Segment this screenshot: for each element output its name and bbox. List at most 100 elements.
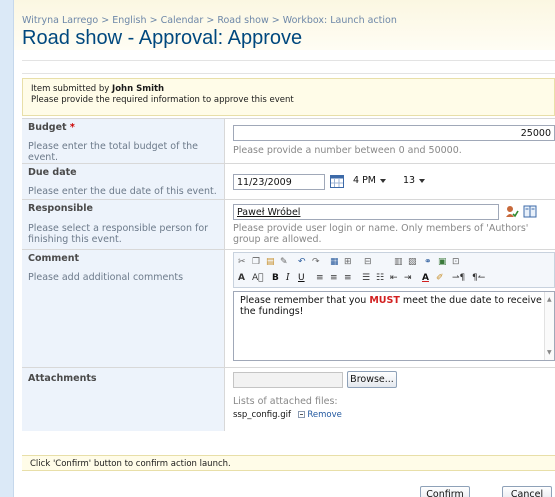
attachment-file-name: ssp_config.gif	[233, 410, 291, 420]
due-date-description: Please enter the due date of this event.	[28, 186, 217, 197]
budget-input[interactable]: 25000	[233, 125, 555, 141]
budget-description: Please enter the total budget of the eve…	[28, 141, 199, 163]
scroll-up-icon[interactable]: ▲	[547, 294, 552, 305]
due-date-label-cell: Due date Please enter the due date of th…	[22, 164, 225, 199]
breadcrumb-item-site[interactable]: Witryna Larrego	[22, 15, 98, 26]
responsible-picker-input[interactable]: Paweł Wróbel	[233, 204, 499, 220]
comment-value-cell: ✂ ❐ ▤ ✎ ↶ ↷ ▦ ⊞ ⊟ ▥ ▧ ⚭ ▣ ⊡ A A⃒ B I U ≡…	[233, 250, 555, 367]
breadcrumb-item-calendar[interactable]: Calendar	[161, 15, 204, 26]
text-color-icon[interactable]: A	[422, 272, 429, 284]
footer-instruction: Click 'Confirm' button to confirm action…	[22, 455, 555, 471]
paste-icon[interactable]: ▤	[266, 256, 275, 268]
due-date-input[interactable]: 11/23/2009	[233, 174, 325, 190]
italic-icon[interactable]: I	[286, 272, 290, 284]
scroll-down-icon[interactable]: ▼	[547, 347, 552, 358]
calendar-icon[interactable]	[330, 175, 344, 188]
align-right-icon[interactable]: ≡	[344, 272, 352, 284]
responsible-hint: Please provide user login or name. Only …	[233, 223, 529, 245]
header-divider	[22, 60, 555, 74]
instruction-text: Please provide the required information …	[31, 95, 294, 105]
cut-icon[interactable]: ✂	[238, 256, 246, 268]
align-center-icon[interactable]: ≡	[330, 272, 338, 284]
source-view-icon[interactable]: ⊡	[452, 256, 460, 268]
comment-label-cell: Comment Please add additional comments	[22, 250, 225, 367]
attachments-value-cell: Browse... Lists of attached files: ssp_c…	[233, 368, 555, 431]
hour-value: 4 PM	[353, 175, 376, 186]
align-left-icon[interactable]: ≡	[316, 272, 324, 284]
chevron-down-icon	[380, 178, 386, 183]
increase-indent-icon[interactable]: ⇥	[404, 272, 412, 284]
insert-table-icon[interactable]: ▦	[330, 256, 339, 268]
breadcrumb-separator: >	[149, 15, 158, 26]
remove-icon[interactable]	[297, 411, 305, 418]
table-columns-icon[interactable]: ⊟	[364, 256, 372, 268]
insert-link-icon[interactable]: ⚭	[424, 256, 432, 268]
decrease-indent-icon[interactable]: ⇤	[390, 272, 398, 284]
minute-select[interactable]: 13	[400, 174, 429, 190]
budget-label-cell: Budget * Please enter the total budget o…	[22, 119, 225, 163]
breadcrumb: Witryna Larrego > English > Calendar > R…	[22, 15, 397, 26]
editor-scrollbar[interactable]: ▲ ▼	[544, 292, 554, 360]
budget-hint: Please provide a number between 0 and 50…	[233, 145, 462, 156]
comment-description: Please add additional comments	[28, 272, 184, 283]
breadcrumb-item-road-show[interactable]: Road show	[217, 15, 268, 26]
address-book-icon[interactable]	[523, 205, 537, 218]
right-to-left-icon[interactable]: ¶↼	[472, 272, 485, 284]
format-painter-icon[interactable]: ✎	[280, 256, 288, 268]
comment-label: Comment	[28, 253, 80, 264]
comment-editor[interactable]: Please remember that you MUST meet the d…	[233, 291, 555, 361]
left-to-right-icon[interactable]: ⇀¶	[452, 272, 465, 284]
attachments-row: Attachments Browse... Lists of attached …	[22, 367, 555, 431]
attached-files-label: Lists of attached files:	[233, 396, 338, 407]
bulleted-list-icon[interactable]: ☷	[376, 272, 384, 284]
comment-text-start: Please remember that you	[240, 295, 370, 306]
bold-icon[interactable]: B	[272, 272, 279, 284]
attachments-label-cell: Attachments	[22, 368, 225, 431]
breadcrumb-item-english[interactable]: English	[112, 15, 146, 26]
breadcrumb-separator: >	[206, 15, 215, 26]
remove-attachment-link[interactable]: Remove	[307, 410, 342, 420]
chevron-down-icon	[419, 178, 426, 183]
confirm-button[interactable]: Confirm	[420, 486, 470, 497]
check-names-icon[interactable]	[505, 205, 519, 218]
left-nav-strip	[0, 0, 14, 497]
minute-value: 13	[403, 175, 416, 186]
breadcrumb-item-current: Workbox: Launch action	[282, 15, 397, 26]
attachments-label: Attachments	[28, 373, 97, 384]
redo-icon[interactable]: ↷	[312, 256, 320, 268]
breadcrumb-separator: >	[101, 15, 110, 26]
table-rows-icon[interactable]: ⊞	[344, 256, 352, 268]
split-cells-icon[interactable]: ▧	[408, 256, 417, 268]
responsible-description: Please select a responsible person for f…	[28, 223, 209, 245]
responsible-row: Responsible Please select a responsible …	[22, 199, 555, 249]
highlight-color-icon[interactable]: ✐	[436, 272, 444, 284]
budget-label: Budget	[28, 122, 67, 133]
undo-icon[interactable]: ↶	[298, 256, 306, 268]
responsible-label-cell: Responsible Please select a responsible …	[22, 200, 225, 249]
numbered-list-icon[interactable]: ☰	[362, 272, 370, 284]
font-size-smaller-icon[interactable]: A⃒	[252, 272, 264, 284]
insert-image-icon[interactable]: ▣	[438, 256, 447, 268]
comment-emphasis: MUST	[369, 295, 400, 306]
cancel-button[interactable]: Cancel	[502, 486, 552, 497]
rich-text-toolbar: ✂ ❐ ▤ ✎ ↶ ↷ ▦ ⊞ ⊟ ▥ ▧ ⚭ ▣ ⊡ A A⃒ B I U ≡…	[233, 252, 555, 288]
merge-cells-icon[interactable]: ▥	[394, 256, 403, 268]
hour-select[interactable]: 4 PM	[350, 174, 389, 190]
attachment-item: ssp_config.gif Remove	[233, 410, 342, 420]
submitted-by-line: Item submitted by John Smith	[31, 84, 546, 95]
budget-value-cell: 25000 Please provide a number between 0 …	[233, 119, 555, 163]
underline-icon[interactable]: U	[298, 272, 305, 284]
submitter-name: John Smith	[112, 84, 165, 94]
budget-row: Budget * Please enter the total budget o…	[22, 118, 555, 163]
font-size-larger-icon[interactable]: A	[238, 272, 245, 284]
browse-button[interactable]: Browse...	[347, 371, 397, 388]
breadcrumb-separator: >	[271, 15, 280, 26]
responsible-label: Responsible	[28, 203, 93, 214]
due-date-row: Due date Please enter the due date of th…	[22, 163, 555, 199]
file-path-input[interactable]	[233, 372, 343, 388]
comment-row: Comment Please add additional comments ✂…	[22, 249, 555, 367]
copy-icon[interactable]: ❐	[252, 256, 260, 268]
submitted-by-prefix: Item submitted by	[31, 84, 110, 94]
submission-info-box: Item submitted by John Smith Please prov…	[22, 78, 555, 116]
due-date-label: Due date	[28, 167, 77, 178]
